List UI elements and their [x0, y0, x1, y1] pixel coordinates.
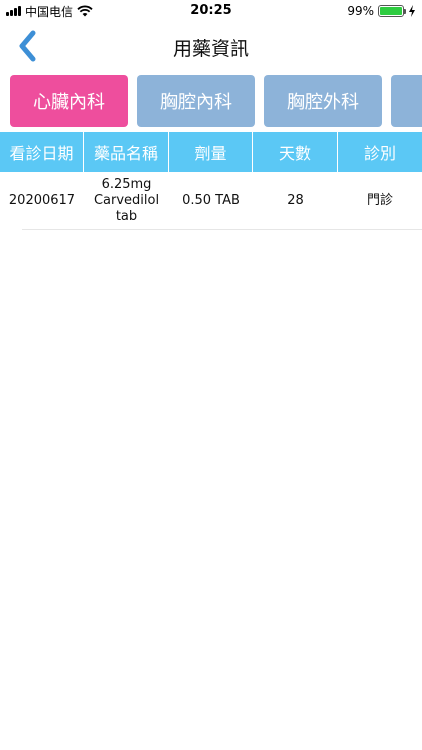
battery-percent: 99%: [347, 4, 374, 18]
tab-chest-surgery[interactable]: 胸腔外科: [264, 75, 382, 127]
nav-bar: 用藥資訊: [0, 22, 422, 70]
header-drug-name: 藥品名稱: [84, 132, 169, 172]
tab-chest-medicine[interactable]: 胸腔內科: [137, 75, 255, 127]
tab-label: 胸腔外科: [287, 92, 359, 113]
row-divider: [22, 229, 422, 230]
tab-label: 心臟內科: [33, 92, 105, 113]
page-title: 用藥資訊: [172, 38, 249, 60]
battery-tip: [404, 9, 406, 14]
status-bar: 中国电信 20:25 99%: [0, 0, 422, 22]
header-visit-type: 診別: [363, 144, 396, 163]
department-tabs: 心臟內科 胸腔內科 胸腔外科: [0, 75, 422, 127]
table-header: 看診日期 藥品名稱 劑量 天數 診別: [0, 132, 422, 172]
tab-label: 胸腔內科: [160, 92, 232, 113]
bolt-icon: [409, 5, 415, 17]
cell-dose: 0.50 TAB: [182, 193, 240, 208]
cell-visit-type: 門診: [366, 193, 393, 208]
battery-fill: [380, 7, 402, 15]
header-dose: 劑量: [169, 132, 253, 172]
cell-days: 28: [287, 193, 304, 208]
tab-more[interactable]: [391, 75, 422, 127]
cell-drug-name: 6.25mg Carvedilol tab: [93, 177, 160, 224]
status-right: 99%: [347, 4, 416, 18]
header-visit-date: 看診日期: [0, 132, 84, 172]
table-row[interactable]: 20200617 6.25mg Carvedilol tab 0.50 TAB …: [0, 172, 422, 230]
battery-icon: [378, 5, 406, 17]
cell-visit-date: 20200617: [8, 193, 76, 208]
tab-cardiology[interactable]: 心臟內科: [10, 75, 128, 127]
header-days: 天數: [253, 132, 338, 172]
